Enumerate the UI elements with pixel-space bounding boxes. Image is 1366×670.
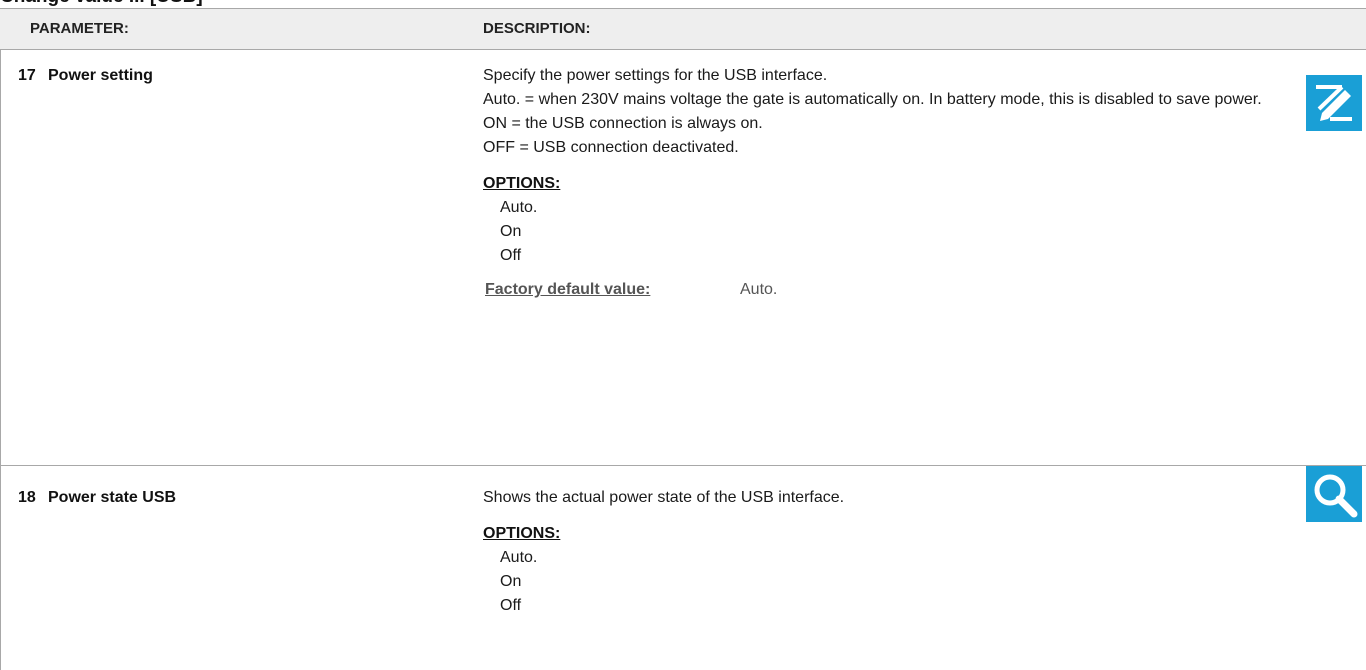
table-row: 17 Power setting Specify the power settin… (0, 50, 1366, 465)
parameter-label: Power state USB (48, 489, 177, 506)
parameter-name: 17 Power setting (18, 64, 153, 88)
factory-default: Factory default value: Auto. (483, 278, 1283, 302)
table-header-row: PARAMETER: DESCRIPTION: (0, 8, 1366, 50)
option-item: Off (500, 597, 522, 614)
header-description: DESCRIPTION: (483, 20, 591, 37)
parameter-name: 18 Power state USB (18, 486, 176, 510)
parameter-description: Shows the actual power state of the USB … (483, 486, 1283, 618)
option-item: Auto. (500, 199, 538, 216)
header-parameter: PARAMETER: (30, 20, 129, 37)
factory-default-value: Auto. (740, 281, 778, 298)
description-line: Auto. = when 230V mains voltage the gate… (483, 91, 1262, 108)
description-line: Specify the power settings for the USB i… (483, 67, 828, 84)
description-line: Shows the actual power state of the USB … (483, 489, 845, 506)
option-item: On (500, 573, 522, 590)
description-line: ON = the USB connection is always on. (483, 115, 763, 132)
parameter-description: Specify the power settings for the USB i… (483, 64, 1283, 302)
page-heading-partial: Change value ... [USB] (0, 0, 600, 8)
table-row: 18 Power state USB Shows the actual power… (0, 466, 1366, 670)
parameter-number: 18 (18, 489, 36, 506)
description-line: OFF = USB connection deactivated. (483, 139, 739, 156)
parameter-label: Power setting (48, 67, 153, 84)
parameter-number: 17 (18, 67, 36, 84)
magnifier-icon[interactable] (1306, 466, 1362, 522)
options-title: OPTIONS: (483, 525, 561, 542)
edit-pencil-icon[interactable] (1306, 75, 1362, 131)
options-title: OPTIONS: (483, 175, 561, 192)
option-item: Off (500, 247, 522, 264)
option-item: Auto. (500, 549, 538, 566)
factory-default-label: Factory default value: (485, 281, 651, 298)
option-item: On (500, 223, 522, 240)
